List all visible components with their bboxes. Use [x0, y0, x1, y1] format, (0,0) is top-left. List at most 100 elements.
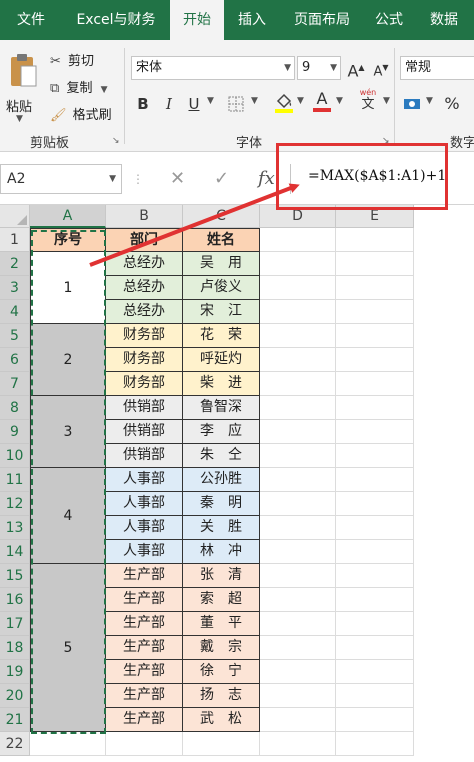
row-header-8[interactable]: 8	[0, 396, 30, 420]
department-cell[interactable]: 生产部	[106, 708, 183, 732]
row-header-21[interactable]: 21	[0, 708, 30, 732]
grid-cell[interactable]	[336, 684, 414, 708]
name-cell[interactable]: 花 荣	[183, 324, 260, 348]
grid-cell[interactable]	[260, 324, 336, 348]
grid-cell[interactable]	[336, 372, 414, 396]
row-header-20[interactable]: 20	[0, 684, 30, 708]
name-cell[interactable]: 武 松	[183, 708, 260, 732]
tab-file[interactable]: 文件	[0, 0, 62, 40]
grid-cell[interactable]	[260, 420, 336, 444]
grid-cell[interactable]	[336, 516, 414, 540]
row-header-11[interactable]: 11	[0, 468, 30, 492]
name-cell[interactable]: 吴 用	[183, 252, 260, 276]
header-cell-name[interactable]: 姓名	[183, 228, 260, 252]
font-color-dropdown-icon[interactable]: ▼	[336, 96, 343, 106]
column-header-a[interactable]: A	[30, 205, 106, 228]
percent-button[interactable]: %	[440, 92, 464, 116]
department-cell[interactable]: 供销部	[106, 444, 183, 468]
grid-cell[interactable]	[336, 660, 414, 684]
department-cell[interactable]: 财务部	[106, 324, 183, 348]
department-cell[interactable]: 供销部	[106, 396, 183, 420]
row-header-2[interactable]: 2	[0, 252, 30, 276]
name-cell[interactable]: 戴 宗	[183, 636, 260, 660]
name-cell[interactable]: 扬 志	[183, 684, 260, 708]
column-header-c[interactable]: C	[183, 205, 260, 228]
grid-cell[interactable]	[260, 444, 336, 468]
name-cell[interactable]: 索 超	[183, 588, 260, 612]
cut-button[interactable]: ✂ 剪切	[50, 50, 94, 69]
merged-number-cell[interactable]: 1	[30, 252, 106, 324]
name-cell[interactable]: 柴 进	[183, 372, 260, 396]
grid-cell[interactable]	[260, 396, 336, 420]
grid-cell[interactable]	[336, 588, 414, 612]
department-cell[interactable]: 总经办	[106, 276, 183, 300]
grid-cell[interactable]	[336, 444, 414, 468]
grid-cell[interactable]	[336, 348, 414, 372]
column-header-b[interactable]: B	[106, 205, 183, 228]
grid-cell[interactable]	[260, 636, 336, 660]
department-cell[interactable]: 生产部	[106, 636, 183, 660]
department-cell[interactable]: 生产部	[106, 588, 183, 612]
row-header-1[interactable]: 1	[0, 228, 30, 252]
name-cell[interactable]: 徐 宁	[183, 660, 260, 684]
name-cell[interactable]: 宋 江	[183, 300, 260, 324]
fill-color-dropdown-icon[interactable]: ▼	[297, 96, 304, 106]
font-color-button[interactable]: A	[310, 90, 334, 114]
tab-home[interactable]: 开始	[170, 0, 224, 41]
row-header-22[interactable]: 22	[0, 732, 30, 756]
copy-button[interactable]: ⧉ 复制 ▼	[50, 77, 108, 96]
name-cell[interactable]: 卢俊义	[183, 276, 260, 300]
grid-cell[interactable]	[260, 660, 336, 684]
name-box[interactable]: A2 ▼	[0, 164, 122, 194]
grid-cell[interactable]	[336, 492, 414, 516]
borders-dropdown-icon[interactable]: ▼	[251, 96, 258, 106]
row-header-17[interactable]: 17	[0, 612, 30, 636]
borders-button[interactable]	[224, 92, 248, 116]
row-header-18[interactable]: 18	[0, 636, 30, 660]
row-header-19[interactable]: 19	[0, 660, 30, 684]
row-header-7[interactable]: 7	[0, 372, 30, 396]
row-header-6[interactable]: 6	[0, 348, 30, 372]
name-cell[interactable]: 董 平	[183, 612, 260, 636]
grid-cell[interactable]	[260, 252, 336, 276]
grid-cell[interactable]	[260, 300, 336, 324]
format-painter-button[interactable]: 🖌 格式刷	[50, 104, 112, 123]
row-header-3[interactable]: 3	[0, 276, 30, 300]
row-header-12[interactable]: 12	[0, 492, 30, 516]
merged-number-cell[interactable]: 3	[30, 396, 106, 468]
name-cell[interactable]: 张 清	[183, 564, 260, 588]
merged-number-cell[interactable]: 5	[30, 564, 106, 732]
department-cell[interactable]: 人事部	[106, 492, 183, 516]
row-header-14[interactable]: 14	[0, 540, 30, 564]
paste-dropdown-icon[interactable]: ▼	[16, 114, 23, 124]
name-cell[interactable]: 秦 明	[183, 492, 260, 516]
grid-cell[interactable]	[183, 732, 260, 756]
name-cell[interactable]: 朱 仝	[183, 444, 260, 468]
grid-cell[interactable]	[260, 564, 336, 588]
row-header-9[interactable]: 9	[0, 420, 30, 444]
grid-cell[interactable]	[336, 396, 414, 420]
grid-cell[interactable]	[260, 516, 336, 540]
accounting-dropdown-icon[interactable]: ▼	[426, 96, 433, 106]
grid-cell[interactable]	[260, 612, 336, 636]
grid-cell[interactable]	[336, 564, 414, 588]
name-cell[interactable]: 呼延灼	[183, 348, 260, 372]
grid-cell[interactable]	[260, 372, 336, 396]
copy-dropdown-icon[interactable]: ▼	[101, 85, 108, 95]
header-cell-number[interactable]: 序号	[30, 228, 106, 252]
row-header-4[interactable]: 4	[0, 300, 30, 324]
grid-cell[interactable]	[260, 348, 336, 372]
name-cell[interactable]: 鲁智深	[183, 396, 260, 420]
row-header-16[interactable]: 16	[0, 588, 30, 612]
row-header-5[interactable]: 5	[0, 324, 30, 348]
tab-data[interactable]: 数据	[414, 0, 474, 40]
tab-page-layout[interactable]: 页面布局	[280, 0, 364, 40]
department-cell[interactable]: 人事部	[106, 516, 183, 540]
merged-number-cell[interactable]: 2	[30, 324, 106, 396]
cancel-icon[interactable]: ✕	[170, 164, 185, 194]
department-cell[interactable]: 人事部	[106, 540, 183, 564]
bold-button[interactable]: B	[131, 92, 155, 116]
insert-function-icon[interactable]: fx	[258, 164, 275, 194]
department-cell[interactable]: 生产部	[106, 684, 183, 708]
grid-cell[interactable]	[260, 708, 336, 732]
